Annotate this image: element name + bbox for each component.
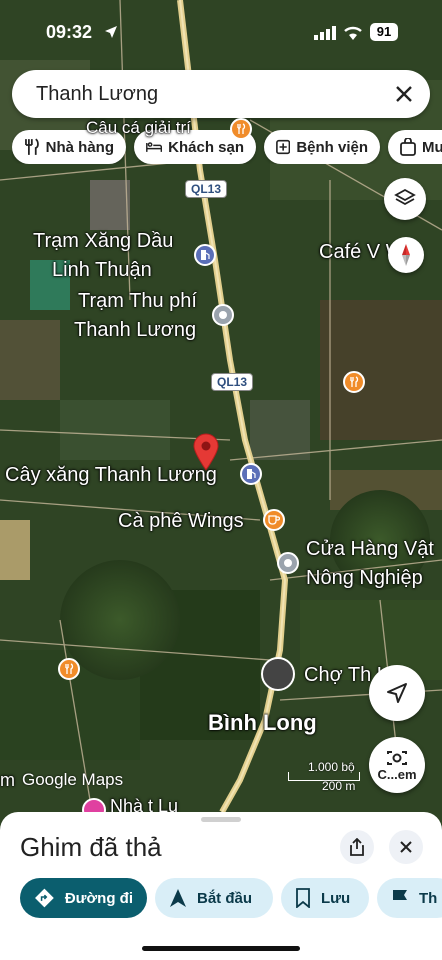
home-indicator[interactable]	[142, 946, 300, 951]
hotel-icon	[146, 142, 163, 152]
chip-label: Mu	[422, 138, 442, 156]
cellular-signal-icon	[314, 26, 336, 40]
place-label[interactable]: Cà phê Wings	[118, 510, 244, 533]
navigation-arrow-icon	[387, 683, 407, 703]
layers-button[interactable]	[384, 178, 426, 220]
restaurant-icon	[25, 138, 39, 155]
google-maps-logo: Google Maps	[22, 770, 124, 789]
clear-search-icon[interactable]	[392, 82, 416, 106]
shopping-bag-icon	[400, 138, 416, 156]
wifi-icon	[344, 26, 362, 40]
my-location-button[interactable]	[369, 665, 425, 721]
start-button[interactable]: Bắt đầu	[155, 878, 273, 918]
place-label[interactable]: Trạm Xăng Dầu	[33, 230, 173, 253]
search-query[interactable]: Thanh Lương	[36, 83, 158, 106]
place-label[interactable]: Cửa Hàng Vật	[306, 538, 434, 561]
place-label[interactable]: m	[0, 770, 15, 791]
place-label[interactable]: Câu cá giải trí	[86, 118, 191, 138]
scale-metric: 200 m	[322, 779, 356, 793]
road-shield-ql13: QL13	[185, 180, 228, 198]
battery-level: 91	[370, 23, 398, 41]
sheet-title: Ghim đã thả	[20, 832, 162, 862]
save-label: Lưu	[321, 889, 351, 907]
restaurant-poi-icon[interactable]	[230, 118, 252, 140]
start-label: Bắt đầu	[197, 889, 253, 907]
share-button[interactable]	[340, 830, 374, 864]
directions-button[interactable]: Đường đi	[20, 878, 147, 918]
place-sheet[interactable]: Ghim đã thả Đường đi Bắt đầu Lưu Th	[0, 812, 442, 960]
search-bar[interactable]: Thanh Lương	[12, 70, 430, 118]
gas-station-poi-icon[interactable]	[240, 463, 262, 485]
camera-label: C...em	[377, 766, 417, 782]
compass-icon	[402, 244, 410, 266]
restaurant-poi-icon[interactable]	[58, 658, 80, 680]
label-button-text: Th	[419, 889, 438, 907]
compass-button[interactable]	[388, 237, 424, 273]
directions-label: Đường đi	[64, 889, 133, 907]
town-label[interactable]: Bình Long	[208, 710, 317, 736]
road-shield-ql13: QL13	[211, 373, 254, 391]
chip-label: Nhà hàng	[45, 138, 114, 156]
restaurant-poi-icon[interactable]	[343, 371, 365, 393]
place-label[interactable]: Thanh Lương	[74, 319, 196, 342]
place-label[interactable]: Nông Nghiệp	[306, 567, 423, 590]
label-button[interactable]: Th	[377, 878, 442, 918]
gas-station-poi-icon[interactable]	[194, 244, 216, 266]
flag-icon	[393, 890, 407, 907]
map-scale: 1.000 bộ 200 m	[288, 760, 360, 793]
camera-icon	[387, 750, 407, 765]
market-photo-icon[interactable]	[261, 657, 295, 691]
place-label[interactable]: Trạm Thu phí	[78, 290, 197, 313]
share-icon	[350, 838, 364, 856]
toll-poi-icon[interactable]	[212, 304, 234, 326]
location-arrow-icon	[105, 26, 117, 38]
chip-label: Bệnh viện	[296, 138, 368, 156]
chip-hospitals[interactable]: Bệnh viện	[264, 130, 380, 164]
status-time: 09:32	[46, 22, 93, 42]
save-button[interactable]: Lưu	[281, 878, 369, 918]
category-chips: Nhà hàng Khách sạn Bệnh viện Mu	[12, 130, 442, 164]
sheet-drag-handle[interactable]	[201, 817, 241, 822]
close-icon	[400, 841, 412, 853]
chip-shopping[interactable]: Mu	[388, 130, 442, 164]
store-poi-icon[interactable]	[277, 552, 299, 574]
place-label[interactable]: Cây xăng Thanh Lương	[5, 464, 217, 487]
directions-icon	[35, 888, 54, 908]
cafe-poi-icon[interactable]	[263, 509, 285, 531]
layers-icon	[394, 188, 416, 206]
place-label[interactable]: Linh Thuận	[52, 259, 152, 282]
bookmark-icon	[296, 888, 310, 908]
status-bar: 09:32 91	[0, 0, 442, 62]
scale-imperial: 1.000 bộ	[308, 760, 355, 774]
close-sheet-button[interactable]	[389, 830, 423, 864]
camera-search-button[interactable]: C...em	[369, 737, 425, 793]
hospital-icon	[276, 139, 291, 155]
navigation-icon	[170, 889, 186, 907]
chip-label: Khách sạn	[168, 138, 244, 156]
